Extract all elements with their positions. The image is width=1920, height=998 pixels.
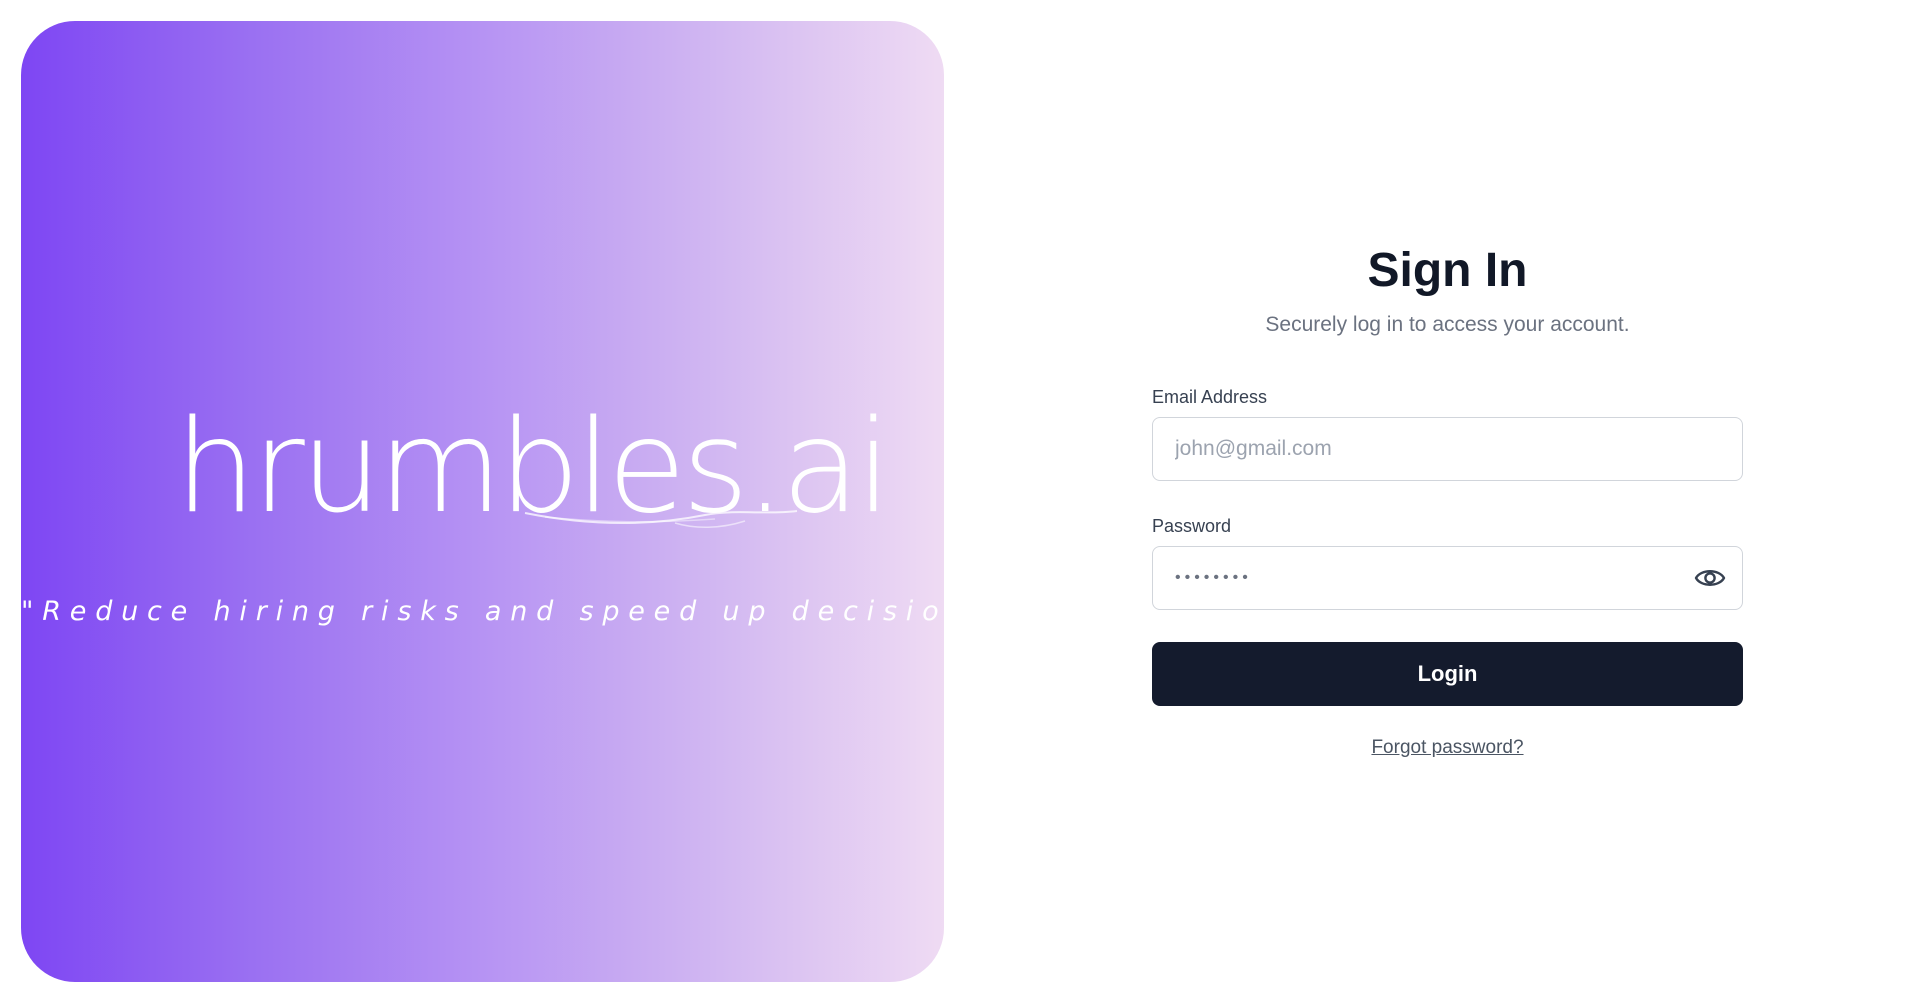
login-button[interactable]: Login [1152, 642, 1743, 706]
eye-icon[interactable] [1692, 561, 1728, 595]
page-subtitle: Securely log in to access your account. [1265, 313, 1630, 336]
page-title: Sign In [1367, 244, 1528, 297]
email-label: Email Address [1152, 387, 1268, 407]
brand-panel: hrumbles.ai "Reduce hiring risks and spe… [21, 21, 944, 982]
logo-swoosh-decoration [524, 510, 798, 529]
sign-in-form: Sign In Securely log in to access your a… [1152, 232, 1743, 759]
password-input[interactable] [1153, 547, 1742, 609]
password-input-container: •••••••• [1152, 546, 1743, 610]
brand-tagline: "Reduce hiring risks and speed up decisi… [21, 596, 944, 627]
forgot-password-link[interactable]: Forgot password? [1152, 737, 1743, 759]
email-input[interactable] [1153, 418, 1742, 480]
login-page: hrumbles.ai "Reduce hiring risks and spe… [0, 0, 1920, 998]
email-input-container [1152, 417, 1743, 481]
hrumbles-logo: hrumbles.ai [175, 393, 891, 543]
password-label: Password [1152, 516, 1232, 536]
